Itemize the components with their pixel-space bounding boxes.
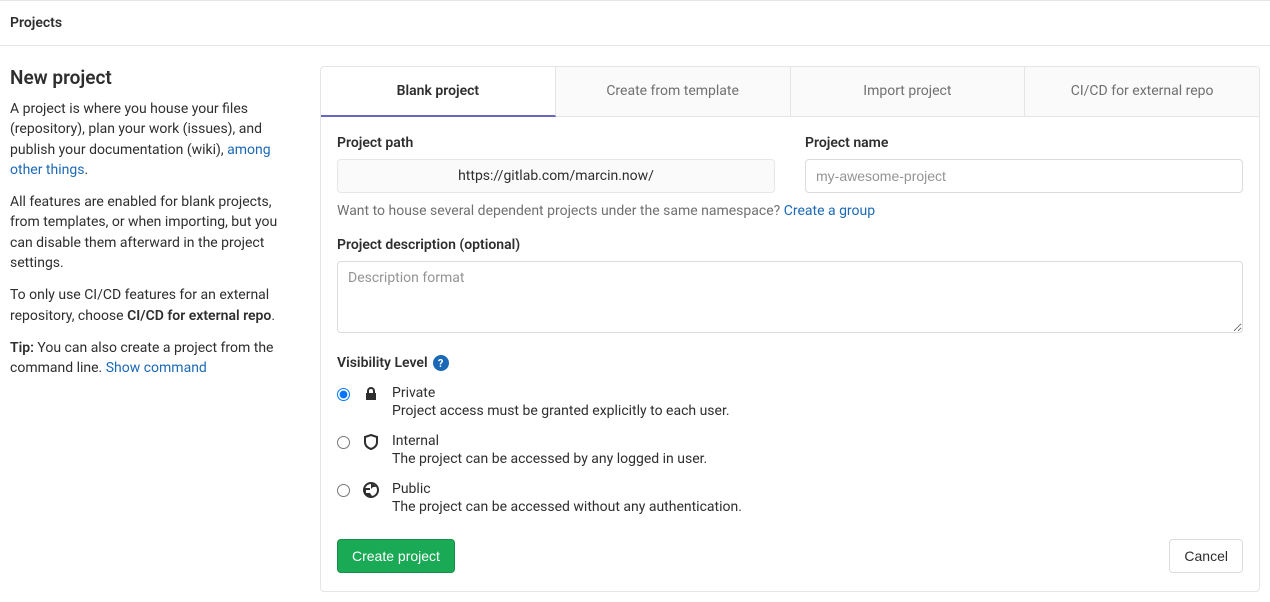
visibility-public-row: Public The project can be accessed witho… <box>337 481 1243 515</box>
sidebar-tip: Tip: You can also create a project from … <box>10 338 290 379</box>
visibility-internal-radio[interactable] <box>337 436 350 449</box>
tab-cicd-external[interactable]: CI/CD for external repo <box>1025 67 1259 117</box>
visibility-private-row: Private Project access must be granted e… <box>337 385 1243 419</box>
main-panel: Blank project Create from template Impor… <box>320 66 1260 592</box>
visibility-public-title: Public <box>392 481 1243 497</box>
visibility-level-label: Visibility Level <box>337 355 428 371</box>
tab-create-from-template[interactable]: Create from template <box>556 67 791 117</box>
project-path-label: Project path <box>337 135 775 151</box>
help-icon[interactable]: ? <box>433 355 449 371</box>
sidebar-paragraph-3: To only use CI/CD features for an extern… <box>10 285 290 326</box>
visibility-private-title: Private <box>392 385 1243 401</box>
project-name-label: Project name <box>805 135 1243 151</box>
shield-icon <box>362 433 380 451</box>
sidebar-paragraph-2: All features are enabled for blank proje… <box>10 192 290 273</box>
globe-icon <box>362 481 380 499</box>
tab-blank-project[interactable]: Blank project <box>321 67 556 117</box>
create-group-link[interactable]: Create a group <box>784 203 875 219</box>
visibility-private-radio[interactable] <box>337 388 350 401</box>
tabs: Blank project Create from template Impor… <box>321 67 1259 117</box>
cancel-button[interactable]: Cancel <box>1169 539 1243 573</box>
project-path-value: https://gitlab.com/marcin.now/ <box>337 159 775 193</box>
breadcrumb-text: Projects <box>10 15 62 31</box>
visibility-public-radio[interactable] <box>337 484 350 497</box>
create-project-button[interactable]: Create project <box>337 539 455 573</box>
visibility-internal-row: Internal The project can be accessed by … <box>337 433 1243 467</box>
visibility-internal-title: Internal <box>392 433 1243 449</box>
lock-icon <box>362 385 380 403</box>
project-name-input[interactable] <box>805 159 1243 193</box>
sidebar-paragraph-1: A project is where you house your files … <box>10 99 290 180</box>
namespace-hint: Want to house several dependent projects… <box>337 203 1243 219</box>
visibility-private-desc: Project access must be granted explicitl… <box>392 403 1243 419</box>
project-description-input[interactable] <box>337 261 1243 333</box>
visibility-public-desc: The project can be accessed without any … <box>392 499 1243 515</box>
show-command-link[interactable]: Show command <box>106 360 207 376</box>
tab-import-project[interactable]: Import project <box>791 67 1026 117</box>
project-description-label: Project description (optional) <box>337 237 1243 253</box>
sidebar: New project A project is where you house… <box>10 66 320 592</box>
visibility-internal-desc: The project can be accessed by any logge… <box>392 451 1243 467</box>
breadcrumb: Projects <box>0 0 1270 46</box>
page-title: New project <box>10 66 290 89</box>
